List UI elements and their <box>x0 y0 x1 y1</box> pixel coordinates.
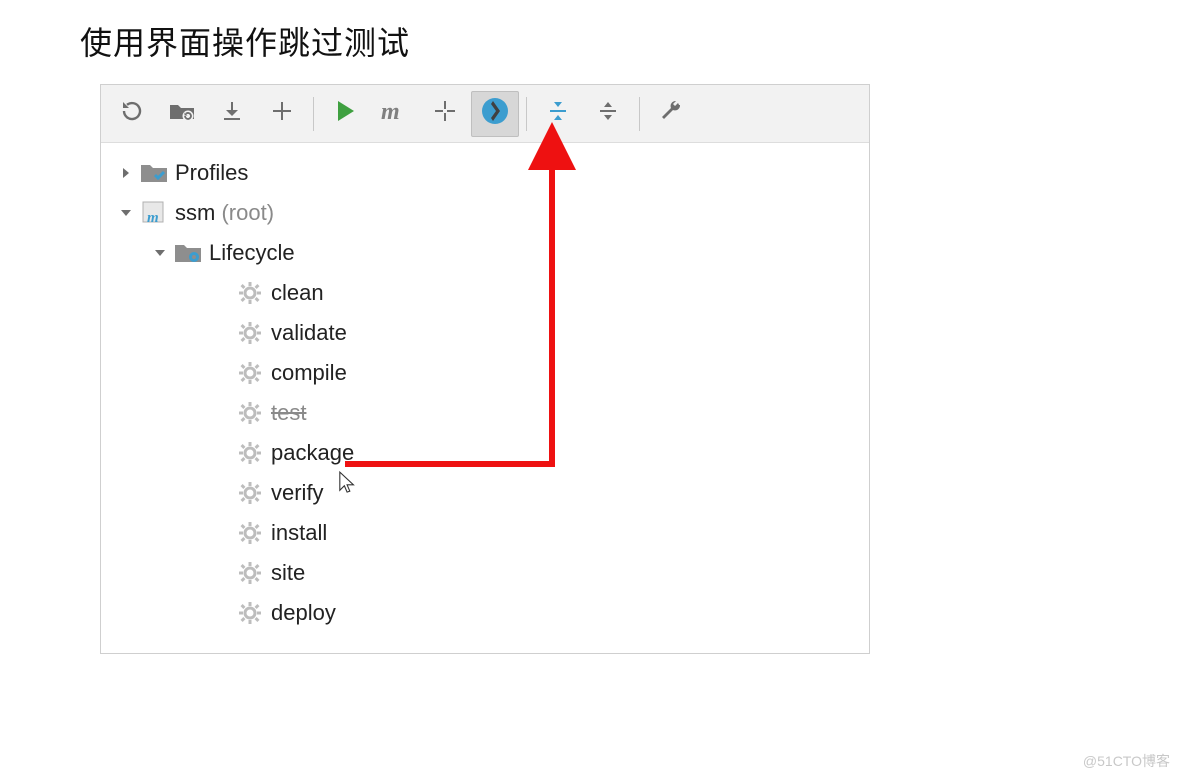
folder-checked-icon <box>139 158 169 188</box>
phase-label: verify <box>271 480 324 506</box>
maven-toolbar: m <box>101 85 869 143</box>
page-title: 使用界面操作跳过测试 <box>80 18 410 64</box>
tree-label-suffix: (root) <box>221 200 274 225</box>
download-icon <box>220 99 244 128</box>
gear-icon <box>235 398 265 428</box>
folder-gear-icon <box>173 238 203 268</box>
tree-node-lifecycle[interactable]: Lifecycle <box>105 233 865 273</box>
gear-icon <box>235 598 265 628</box>
run-icon <box>334 99 356 128</box>
phase-label: test <box>271 400 306 426</box>
tree-node-profiles[interactable]: Profiles <box>105 153 865 193</box>
gear-icon <box>235 278 265 308</box>
chevron-down-icon <box>147 246 173 260</box>
svg-text:m: m <box>147 210 159 226</box>
plus-icon <box>271 100 293 127</box>
reload-icon <box>120 99 144 128</box>
tree-label-group: ssm (root) <box>175 200 274 226</box>
folder-refresh-icon <box>168 99 196 128</box>
execute-goal-button[interactable] <box>421 91 469 137</box>
watermark: @51CTO博客 <box>1083 751 1170 771</box>
phase-label: compile <box>271 360 347 386</box>
maven-settings-button[interactable]: m <box>371 91 419 137</box>
settings-button[interactable] <box>647 91 695 137</box>
skip-tests-button[interactable] <box>471 91 519 137</box>
tree-label: Lifecycle <box>209 240 295 266</box>
maven-module-icon: m <box>139 198 169 228</box>
gear-icon <box>235 318 265 348</box>
lifecycle-phase-deploy[interactable]: deploy <box>105 593 865 633</box>
lifecycle-phase-validate[interactable]: validate <box>105 313 865 353</box>
skip-tests-icon <box>480 96 510 131</box>
chevron-right-icon <box>113 166 139 180</box>
lifecycle-phase-install[interactable]: install <box>105 513 865 553</box>
lifecycle-phase-compile[interactable]: compile <box>105 353 865 393</box>
gear-icon <box>235 438 265 468</box>
tree-label: Profiles <box>175 160 248 186</box>
collapse-all-button[interactable] <box>584 91 632 137</box>
lifecycle-phase-clean[interactable]: clean <box>105 273 865 313</box>
reimport-button[interactable] <box>158 91 206 137</box>
show-dependencies-button[interactable] <box>534 91 582 137</box>
phase-label: package <box>271 440 354 466</box>
reload-button[interactable] <box>108 91 156 137</box>
maven-tool-window: m <box>100 84 870 654</box>
lifecycle-phase-verify[interactable]: verify <box>105 473 865 513</box>
collapse-icon <box>546 99 570 128</box>
wrench-icon <box>659 99 683 128</box>
tree-label: ssm <box>175 200 215 225</box>
tree-node-root[interactable]: m ssm (root) <box>105 193 865 233</box>
expand-icon <box>596 99 620 128</box>
phase-label: install <box>271 520 327 546</box>
gear-icon <box>235 558 265 588</box>
execute-goal-icon <box>433 99 457 128</box>
toolbar-separator <box>639 97 640 131</box>
maven-tree: Profiles m ssm (root) Lifecycle <box>101 143 869 653</box>
download-sources-button[interactable] <box>208 91 256 137</box>
gear-icon <box>235 518 265 548</box>
add-project-button[interactable] <box>258 91 306 137</box>
phase-label: validate <box>271 320 347 346</box>
run-button[interactable] <box>321 91 369 137</box>
toolbar-separator <box>526 97 527 131</box>
maven-m-icon: m <box>380 99 410 128</box>
lifecycle-phase-site[interactable]: site <box>105 553 865 593</box>
gear-icon <box>235 358 265 388</box>
phase-label: clean <box>271 280 324 306</box>
svg-text:m: m <box>381 99 400 123</box>
chevron-down-icon <box>113 206 139 220</box>
toolbar-separator <box>313 97 314 131</box>
phase-label: site <box>271 560 305 586</box>
gear-icon <box>235 478 265 508</box>
lifecycle-phase-package[interactable]: package <box>105 433 865 473</box>
phase-label: deploy <box>271 600 336 626</box>
lifecycle-phase-test[interactable]: test <box>105 393 865 433</box>
